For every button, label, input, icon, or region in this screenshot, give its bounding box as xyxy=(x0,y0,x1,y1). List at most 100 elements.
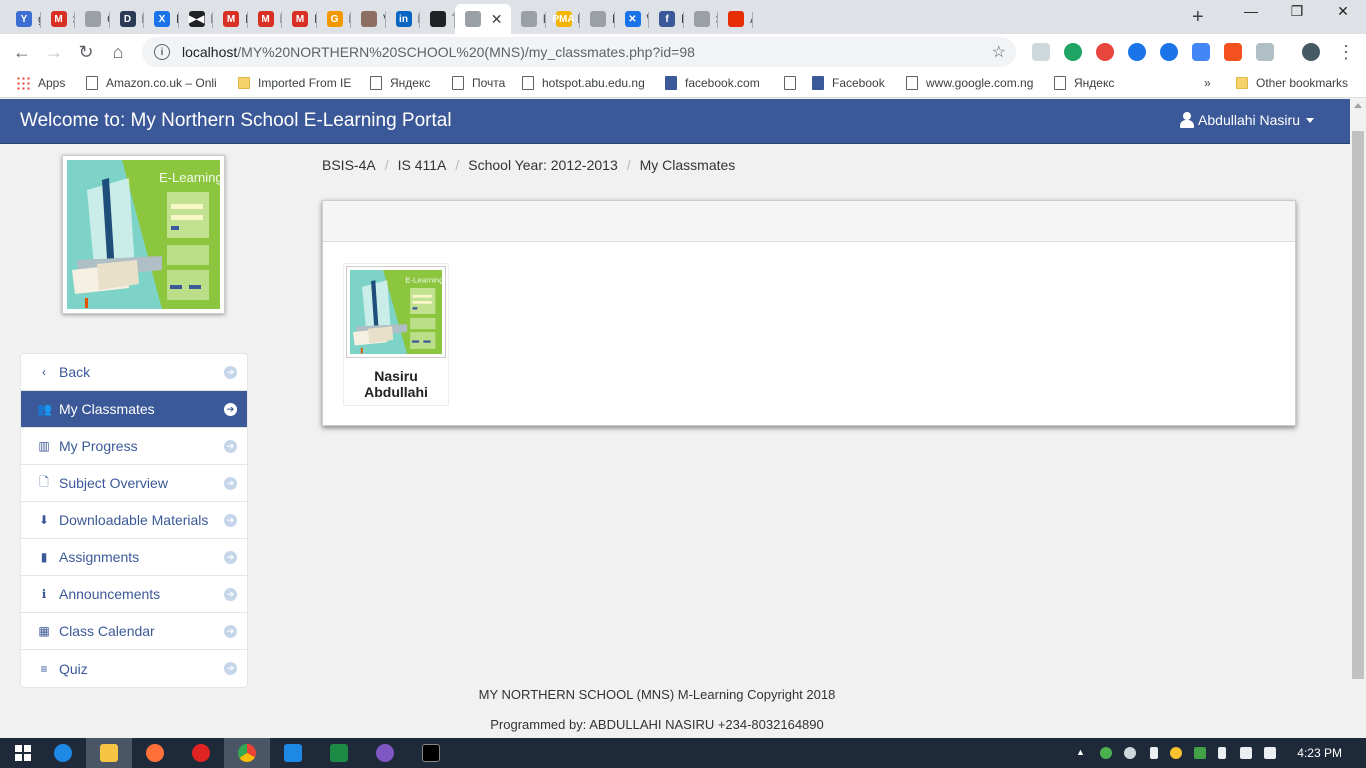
forward-arrow-icon[interactable]: → xyxy=(42,40,66,64)
sidebar-item-announcements[interactable]: ℹ Announcements ➔ xyxy=(21,576,247,613)
browser-tab[interactable]: ▶◀Ma xyxy=(179,4,213,34)
scrollbar-thumb[interactable] xyxy=(1352,131,1364,679)
bookmark-item[interactable] xyxy=(784,76,804,90)
reload-icon[interactable]: ↻ xyxy=(74,40,98,64)
bookmark-item[interactable]: Amazon.co.uk – Onli xyxy=(86,76,217,90)
browser-tab[interactable]: Sca xyxy=(684,4,718,34)
taskbar-chrome[interactable] xyxy=(224,738,270,768)
extension-record-icon[interactable] xyxy=(1096,43,1114,61)
browser-tab[interactable]: VB xyxy=(351,4,386,34)
classmate-card[interactable]: E-Learning Nasiru Abdullahi xyxy=(343,263,449,406)
tray-flag-icon[interactable] xyxy=(1218,747,1226,759)
breadcrumb-item[interactable]: School Year: 2012-2013 xyxy=(468,157,617,173)
breadcrumb-item[interactable]: IS 411A xyxy=(398,157,447,173)
extension-camera-icon[interactable] xyxy=(1256,43,1274,61)
tray-expand-icon[interactable]: ▲ xyxy=(1076,747,1088,759)
window-close-button[interactable]: ✕ xyxy=(1320,0,1366,22)
browser-menu-icon[interactable]: ⋮ xyxy=(1334,40,1358,64)
tab-divider xyxy=(751,12,753,28)
extension-hash-icon[interactable] xyxy=(1128,43,1146,61)
browser-tab[interactable]: Gri xyxy=(75,4,110,34)
browser-tab[interactable]: PMAloc xyxy=(546,4,580,34)
tray-cloud-icon[interactable] xyxy=(1124,747,1136,759)
browser-tab[interactable]: log xyxy=(511,4,546,34)
bookmark-item[interactable]: Яндекс xyxy=(370,76,430,90)
tray-drive-icon[interactable] xyxy=(1194,747,1206,759)
bookmark-item[interactable]: www.google.com.ng xyxy=(906,76,1033,90)
bookmark-item[interactable]: hotspot.abu.edu.ng xyxy=(522,76,645,90)
taskbar-ie[interactable] xyxy=(40,738,86,768)
bookmark-item[interactable]: Apps xyxy=(16,76,65,90)
browser-tab[interactable]: Ali xyxy=(718,4,753,34)
bookmark-item[interactable]: Imported From IE xyxy=(238,76,351,90)
browser-tab[interactable]: MY xyxy=(580,4,615,34)
taskbar-explorer[interactable] xyxy=(86,738,132,768)
taskbar-clock[interactable]: 4:23 PM xyxy=(1297,746,1342,760)
taskbar-firefox[interactable] xyxy=(132,738,178,768)
sidebar-item-back[interactable]: ‹ Back ➔ xyxy=(21,354,247,391)
tray-signal-icon[interactable] xyxy=(1240,747,1252,759)
tray-plus-icon[interactable] xyxy=(1170,747,1182,759)
bookmark-item[interactable]: Facebook xyxy=(812,76,885,90)
profile-avatar-icon[interactable] xyxy=(1302,43,1320,61)
browser-tab[interactable]: XHo xyxy=(144,4,179,34)
taskbar-opera[interactable] xyxy=(178,738,224,768)
browser-tab[interactable]: To xyxy=(420,4,455,34)
bookmark-item[interactable]: Почта xyxy=(452,76,505,90)
page-scrollbar[interactable] xyxy=(1350,99,1366,738)
tray-battery-icon[interactable] xyxy=(1150,747,1158,759)
new-tab-button[interactable]: + xyxy=(1192,6,1204,29)
browser-tab[interactable]: ✕WA xyxy=(615,4,649,34)
address-bar[interactable]: i localhost/MY%20NORTHERN%20SCHOOL%20(MN… xyxy=(142,37,1016,67)
internet-explorer-icon xyxy=(54,744,72,762)
browser-tab[interactable]: fFac xyxy=(649,4,684,34)
tray-volume-icon[interactable] xyxy=(1264,747,1276,759)
taskbar-vscode[interactable] xyxy=(270,738,316,768)
browser-tab[interactable]: MSe xyxy=(41,4,75,34)
bookmark-item[interactable]: facebook.com xyxy=(665,76,760,90)
browser-tab[interactable]: MInb xyxy=(213,4,248,34)
browser-tab[interactable]: GFre xyxy=(317,4,351,34)
restore-button[interactable]: ❐ xyxy=(1274,0,1320,22)
taskbar-cmd[interactable] xyxy=(408,738,454,768)
sidebar-item-class-calendar[interactable]: ▦ Class Calendar ➔ xyxy=(21,613,247,650)
other-bookmarks-folder[interactable]: Other bookmarks xyxy=(1236,76,1348,90)
scroll-up-arrow-icon[interactable] xyxy=(1354,103,1362,108)
tab-favicon-icon xyxy=(85,11,101,27)
browser-tab[interactable]: ✕ xyxy=(454,4,511,34)
extension-adblock-icon[interactable] xyxy=(1224,43,1242,61)
user-menu[interactable]: Abdullahi Nasiru xyxy=(1180,112,1314,128)
tab-close-icon[interactable]: ✕ xyxy=(491,11,503,28)
sidebar-item-my-classmates[interactable]: 👥 My Classmates ➔ xyxy=(21,391,247,428)
sidebar-item-subject-overview[interactable]: 🗋 Subject Overview ➔ xyxy=(21,465,247,502)
extension-hangouts-icon[interactable] xyxy=(1064,43,1082,61)
page-icon xyxy=(784,76,796,90)
sidebar-item-quiz[interactable]: ≡ Quiz ➔ xyxy=(21,650,247,687)
bookmarks-more-button[interactable]: » xyxy=(1204,76,1211,90)
breadcrumb-item[interactable]: BSIS-4A xyxy=(322,157,376,173)
classmate-photo[interactable]: E-Learning xyxy=(346,266,446,358)
home-icon[interactable]: ⌂ xyxy=(106,40,130,64)
browser-tab[interactable]: Ygo xyxy=(6,4,41,34)
sidebar-item-assignments[interactable]: ▮ Assignments ➔ xyxy=(21,539,247,576)
portal-brand[interactable]: Welcome to: My Northern School E-Learnin… xyxy=(20,110,452,132)
info-icon[interactable]: i xyxy=(154,44,170,60)
browser-tab[interactable]: inNo xyxy=(386,4,420,34)
extension-messenger-icon[interactable] xyxy=(1160,43,1178,61)
sidebar-item-downloadable-materials[interactable]: ⬇ Downloadable Materials ➔ xyxy=(21,502,247,539)
minimize-button[interactable]: — xyxy=(1228,0,1274,22)
tray-network-app-icon[interactable] xyxy=(1100,747,1112,759)
browser-tab[interactable]: MInb xyxy=(282,4,317,34)
extension-translate-icon[interactable] xyxy=(1192,43,1210,61)
taskbar-excel[interactable] xyxy=(316,738,362,768)
info-icon: ℹ xyxy=(41,587,47,601)
sidebar-item-my-progress[interactable]: ▥ My Progress ➔ xyxy=(21,428,247,465)
browser-tab[interactable]: MInb xyxy=(248,4,282,34)
extension-pdf-icon[interactable] xyxy=(1032,43,1050,61)
back-arrow-icon[interactable]: ← xyxy=(10,40,34,64)
browser-tab[interactable]: DDe xyxy=(110,4,144,34)
taskbar-app[interactable] xyxy=(362,738,408,768)
bookmark-label: hotspot.abu.edu.ng xyxy=(542,76,645,90)
bookmark-item[interactable]: Яндекс xyxy=(1054,76,1114,90)
bookmark-star-icon[interactable]: ☆ xyxy=(992,42,1006,62)
